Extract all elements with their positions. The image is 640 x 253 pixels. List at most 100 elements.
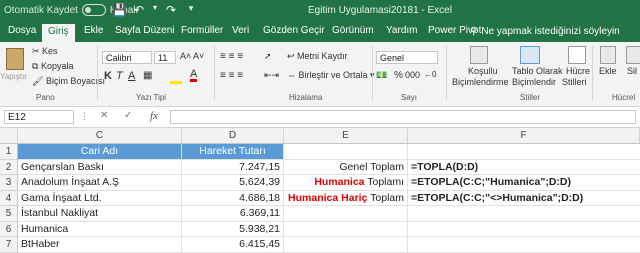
row-header[interactable]: 6 [0,221,18,237]
cell-e[interactable]: Genel Toplam [284,159,408,175]
cell-e[interactable] [284,237,408,253]
column-header-f[interactable]: F [408,128,640,144]
indent-icon[interactable]: ⇤⇥ [264,70,279,81]
align-left-icon[interactable]: ≡ ≡ ≡ [220,70,243,81]
tab-file[interactable]: Dosya [8,25,36,36]
cell-d[interactable]: 7.247,15 [182,159,284,175]
cell-c[interactable]: Gençarslan Baskı [18,159,182,175]
row-header[interactable]: 7 [0,237,18,253]
select-all-corner[interactable] [0,128,18,144]
name-box-dropdown-icon[interactable]: ⋮ [80,111,89,122]
number-format-select[interactable]: Genel [376,51,438,64]
row-header[interactable]: 2 [0,159,18,175]
cell-c[interactable]: İstanbul Nakliyat [18,206,182,222]
cell-c[interactable]: Anadolum İnşaat A.Ş [18,175,182,191]
redo-icon[interactable]: ↷ [164,3,178,17]
tab-data[interactable]: Veri [232,25,249,36]
tab-review[interactable]: Gözden Geçir [263,25,325,36]
borders-icon[interactable]: ▦ [143,70,152,81]
paste-icon[interactable] [6,48,24,70]
font-name-value: Calibri [106,53,132,63]
save-icon[interactable]: 💾 [112,3,127,17]
conditional-formatting-line2[interactable]: Biçimlendirme [452,77,509,87]
delete-cells-button[interactable]: Sil [627,66,637,76]
cell-e[interactable] [284,221,408,237]
formula-input[interactable] [170,110,636,124]
enter-icon[interactable]: ✓ [124,110,132,121]
tell-me-box[interactable]: ⚲ Ne yapmak istediğinizi söyleyin [470,26,620,37]
format-painter-button[interactable]: 🖌 Biçim Boyacısı [32,76,105,87]
cell-f[interactable] [408,237,640,253]
bold-button[interactable]: K [104,70,112,82]
cell-e[interactable]: Humanica Hariç Toplam [284,190,408,206]
autosave-toggle[interactable] [81,4,106,16]
cut-button[interactable]: ✂ Kes [32,46,58,57]
increase-decimal-icon[interactable]: ←0 [424,70,436,79]
cell-e[interactable] [284,144,408,160]
name-box[interactable]: E12 [4,110,74,124]
cell-c[interactable]: Gama İnşaat Ltd. [18,190,182,206]
tab-home[interactable]: Giriş [42,24,75,42]
font-color-button[interactable]: A [190,69,198,82]
underline-button[interactable]: A [128,70,135,82]
thousands-button[interactable]: 000 [405,70,420,80]
cell-c[interactable]: Humanica [18,221,182,237]
align-top-icon[interactable]: ≡ ≡ ≡ [220,51,243,62]
cell-styles-line2[interactable]: Stilleri [562,77,587,87]
cell-f[interactable] [408,144,640,160]
merge-center-button[interactable]: ⇔ Birleştir ve Ortala ▾ [287,70,375,81]
cell-d[interactable]: 6.415,45 [182,237,284,253]
cell-f[interactable] [408,206,640,222]
column-header-c[interactable]: C [18,128,182,144]
cell-d[interactable]: 5.624,39 [182,175,284,191]
cell-c[interactable]: BtHaber [18,237,182,253]
currency-icon[interactable]: 💵 [376,70,387,81]
italic-button[interactable]: T [116,70,123,82]
cells-group-label: Hücrel [612,93,636,102]
row-header[interactable]: 1 [0,144,18,160]
row-header[interactable]: 5 [0,206,18,222]
cell-d[interactable]: 5.938,21 [182,221,284,237]
row-header[interactable]: 3 [0,175,18,191]
cell-styles-line1[interactable]: Hücre [566,66,590,76]
undo-dropdown-icon[interactable]: ▾ [152,3,158,17]
cell-e[interactable]: Humanica Toplamı [284,175,408,191]
tab-formulas[interactable]: Formüller [181,25,223,36]
font-name-select[interactable]: Calibri [102,51,152,64]
format-as-table-line2[interactable]: Biçimlendir [512,77,556,87]
cell-f[interactable]: =TOPLA(D:D) [408,160,640,175]
customize-qat-icon[interactable]: ▾ [184,3,198,17]
cell-e[interactable] [284,206,408,222]
cell-f[interactable] [408,222,640,237]
cell-f[interactable]: =ETOPLA(C:C;"<>Humanica";D:D) [408,191,640,206]
cancel-icon[interactable]: ✕ [100,110,108,121]
fill-color-icon[interactable] [170,72,182,84]
row-header[interactable]: 4 [0,190,18,206]
column-header-d[interactable]: D [182,128,284,144]
paste-button[interactable]: Yapıştır [0,72,27,81]
wrap-text-button[interactable]: ↩ Metni Kaydır [287,51,348,62]
undo-icon[interactable]: ↶ [132,3,146,17]
ribbon: Yapıştır ✂ Kes ⧉ Kopyala 🖌 Biçim Boyacıs… [0,42,640,107]
cell-d[interactable]: 4.686,18 [182,190,284,206]
insert-function-button[interactable]: fx [150,110,158,122]
tab-view[interactable]: Görünüm [332,25,374,36]
header-cell-hareket-tutari[interactable]: Hareket Tutarı [182,144,284,160]
copy-button[interactable]: ⧉ Kopyala [32,61,73,72]
orientation-icon[interactable]: ➚ [264,51,272,62]
percent-button[interactable]: % [394,70,403,81]
tab-page-layout[interactable]: Sayfa Düzeni [115,25,174,36]
conditional-formatting-line1[interactable]: Koşullu [468,66,498,76]
font-size-select[interactable]: 11 [154,51,176,64]
insert-cells-button[interactable]: Ekle [599,66,617,76]
header-cell-cari-adi[interactable]: Cari Adı [18,144,182,160]
cell-d[interactable]: 6.369,11 [182,206,284,222]
font-grow-icon[interactable]: A˄ [180,51,191,61]
tab-help[interactable]: Yardım [386,25,418,36]
column-header-e[interactable]: E [284,128,408,144]
tab-insert[interactable]: Ekle [84,25,103,36]
worksheet-grid[interactable]: C D E F 1 Cari Adı Hareket Tutarı 2 Gençarsl… [0,128,640,253]
font-shrink-icon[interactable]: A˅ [193,51,204,61]
cell-f[interactable]: =ETOPLA(C:C;"Humanica";D:D) [408,175,640,191]
format-as-table-line1[interactable]: Tablo Olarak [512,66,563,76]
